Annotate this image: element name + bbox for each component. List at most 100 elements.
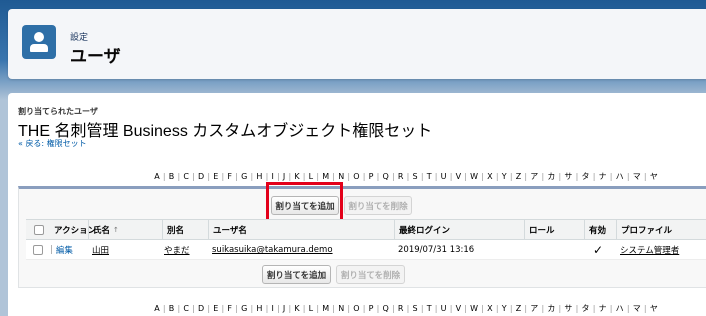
- alphabet-letter[interactable]: ヤ: [647, 303, 661, 314]
- col-active[interactable]: 有効: [584, 220, 616, 239]
- alphabet-letter[interactable]: N: [335, 172, 347, 181]
- add-assignment-button-bottom[interactable]: 割り当てを追加: [262, 265, 331, 284]
- alphabet-letter[interactable]: J: [280, 304, 289, 313]
- alphabet-letter[interactable]: L: [305, 304, 316, 313]
- alphabet-letter[interactable]: B: [166, 172, 178, 181]
- alphabet-letter[interactable]: S: [409, 172, 420, 181]
- alphabet-letter[interactable]: H: [253, 304, 265, 313]
- alphabet-letter[interactable]: M: [319, 304, 332, 313]
- alphabet-letter[interactable]: O: [350, 172, 363, 181]
- alphabet-letter[interactable]: U: [437, 172, 449, 181]
- alphabet-letter[interactable]: A: [151, 172, 163, 181]
- alphabet-letter[interactable]: マ: [630, 303, 644, 314]
- alphabet-letter[interactable]: T: [424, 304, 435, 313]
- alphabet-letter[interactable]: P: [365, 304, 376, 313]
- alphabet-letter[interactable]: K: [291, 172, 303, 181]
- table-header: アクション 氏名 ↑ 別名 ユーザ名 最終ログイン ロール 有効 プロファイル: [26, 219, 706, 240]
- alphabet-letter[interactable]: V: [452, 172, 464, 181]
- user-icon: [22, 25, 56, 59]
- col-profile[interactable]: プロファイル: [616, 220, 706, 239]
- alphabet-letter[interactable]: D: [195, 172, 208, 181]
- alphabet-letter[interactable]: カ: [544, 171, 558, 182]
- alphabet-letter[interactable]: タ: [578, 303, 592, 314]
- user-name-link[interactable]: 山田: [92, 244, 109, 256]
- alphabet-letter[interactable]: W: [467, 172, 481, 181]
- col-name[interactable]: 氏名 ↑: [88, 220, 162, 239]
- alphabet-letter[interactable]: サ: [561, 303, 575, 314]
- alphabet-letter[interactable]: I: [268, 304, 277, 313]
- alphabet-letter[interactable]: E: [210, 172, 221, 181]
- table-row: | 編集 山田 やまだ suikasuika@takamura.demo 201…: [26, 240, 706, 260]
- col-alias[interactable]: 別名: [162, 220, 208, 239]
- alphabet-letter[interactable]: Y: [499, 304, 510, 313]
- alphabet-letter[interactable]: Z: [513, 172, 525, 181]
- alphabet-filter: A | B | C | D | E | F | G | H | I | J | K | L | M | N | O | P | Q | R | S | T |…: [151, 170, 706, 182]
- alphabet-letter[interactable]: ヤ: [647, 171, 661, 182]
- row-checkbox[interactable]: [33, 245, 43, 255]
- alphabet-letter[interactable]: ハ: [612, 303, 626, 314]
- alphabet-letter[interactable]: J: [280, 172, 289, 181]
- alphabet-letter[interactable]: ア: [527, 171, 541, 182]
- alphabet-letter[interactable]: L: [305, 172, 316, 181]
- alphabet-letter[interactable]: ナ: [595, 303, 609, 314]
- remove-assignment-button-bottom[interactable]: 割り当てを削除: [336, 265, 405, 284]
- back-link[interactable]: « 戻る: 権限セット: [18, 138, 87, 149]
- row-last-login: 2019/07/31 13:16: [398, 245, 475, 255]
- edit-link[interactable]: 編集: [56, 244, 73, 256]
- alphabet-letter[interactable]: C: [180, 304, 192, 313]
- alphabet-letter[interactable]: S: [409, 304, 420, 313]
- alphabet-letter[interactable]: X: [484, 304, 496, 313]
- alphabet-letter[interactable]: N: [335, 304, 347, 313]
- alphabet-filter-bottom: A | B | C | D | E | F | G | H | I | J | K | L | M | N | O | P | Q | R | S | T |…: [151, 302, 706, 314]
- row-profile-cell: システム管理者: [620, 240, 679, 260]
- col-role[interactable]: ロール: [524, 220, 584, 239]
- alphabet-letter[interactable]: G: [238, 172, 251, 181]
- row-username-cell: suikasuika@takamura.demo: [212, 240, 333, 260]
- alphabet-letter[interactable]: Y: [499, 172, 510, 181]
- alphabet-letter[interactable]: D: [195, 304, 208, 313]
- alphabet-letter[interactable]: H: [253, 172, 265, 181]
- alphabet-letter[interactable]: ナ: [595, 171, 609, 182]
- alphabet-letter[interactable]: F: [224, 172, 235, 181]
- alphabet-letter[interactable]: U: [437, 304, 449, 313]
- profile-link[interactable]: システム管理者: [620, 244, 679, 256]
- alphabet-letter[interactable]: P: [365, 172, 376, 181]
- row-name-cell: 山田: [92, 240, 109, 260]
- alphabet-letter[interactable]: F: [224, 304, 235, 313]
- alphabet-letter[interactable]: Z: [513, 304, 525, 313]
- row-action-cell: | 編集: [50, 240, 73, 260]
- alphabet-letter[interactable]: サ: [561, 171, 575, 182]
- alphabet-letter[interactable]: I: [268, 172, 277, 181]
- alphabet-letter[interactable]: G: [238, 304, 251, 313]
- col-username[interactable]: ユーザ名: [208, 220, 394, 239]
- alphabet-letter[interactable]: O: [350, 304, 363, 313]
- assigned-users-label: 割り当てられたユーザ: [18, 107, 98, 116]
- header-title: ユーザ: [70, 47, 121, 67]
- user-alias-link[interactable]: やまだ: [164, 244, 190, 256]
- remove-assignment-button[interactable]: 割り当てを削除: [344, 196, 412, 215]
- alphabet-letter[interactable]: ア: [527, 303, 541, 314]
- alphabet-letter[interactable]: カ: [544, 303, 558, 314]
- alphabet-letter[interactable]: T: [424, 172, 435, 181]
- col-last-login[interactable]: 最終ログイン: [394, 220, 524, 239]
- alphabet-letter[interactable]: M: [319, 172, 332, 181]
- username-link[interactable]: suikasuika@takamura.demo: [212, 245, 333, 255]
- alphabet-letter[interactable]: X: [484, 172, 496, 181]
- alphabet-letter[interactable]: E: [210, 304, 221, 313]
- alphabet-letter[interactable]: V: [452, 304, 464, 313]
- row-select-cell: [33, 240, 43, 260]
- sort-arrow-icon: ↑: [113, 225, 119, 234]
- alphabet-letter[interactable]: W: [467, 304, 481, 313]
- alphabet-letter[interactable]: ハ: [612, 171, 626, 182]
- alphabet-letter[interactable]: K: [291, 304, 303, 313]
- alphabet-letter[interactable]: マ: [630, 171, 644, 182]
- alphabet-letter[interactable]: Q: [379, 172, 392, 181]
- alphabet-letter[interactable]: B: [166, 304, 178, 313]
- alphabet-letter[interactable]: C: [180, 172, 192, 181]
- alphabet-letter[interactable]: R: [395, 304, 407, 313]
- alphabet-letter[interactable]: R: [395, 172, 407, 181]
- select-all-checkbox[interactable]: [34, 224, 44, 235]
- alphabet-letter[interactable]: Q: [379, 304, 392, 313]
- alphabet-letter[interactable]: タ: [578, 171, 592, 182]
- alphabet-letter[interactable]: A: [151, 304, 163, 313]
